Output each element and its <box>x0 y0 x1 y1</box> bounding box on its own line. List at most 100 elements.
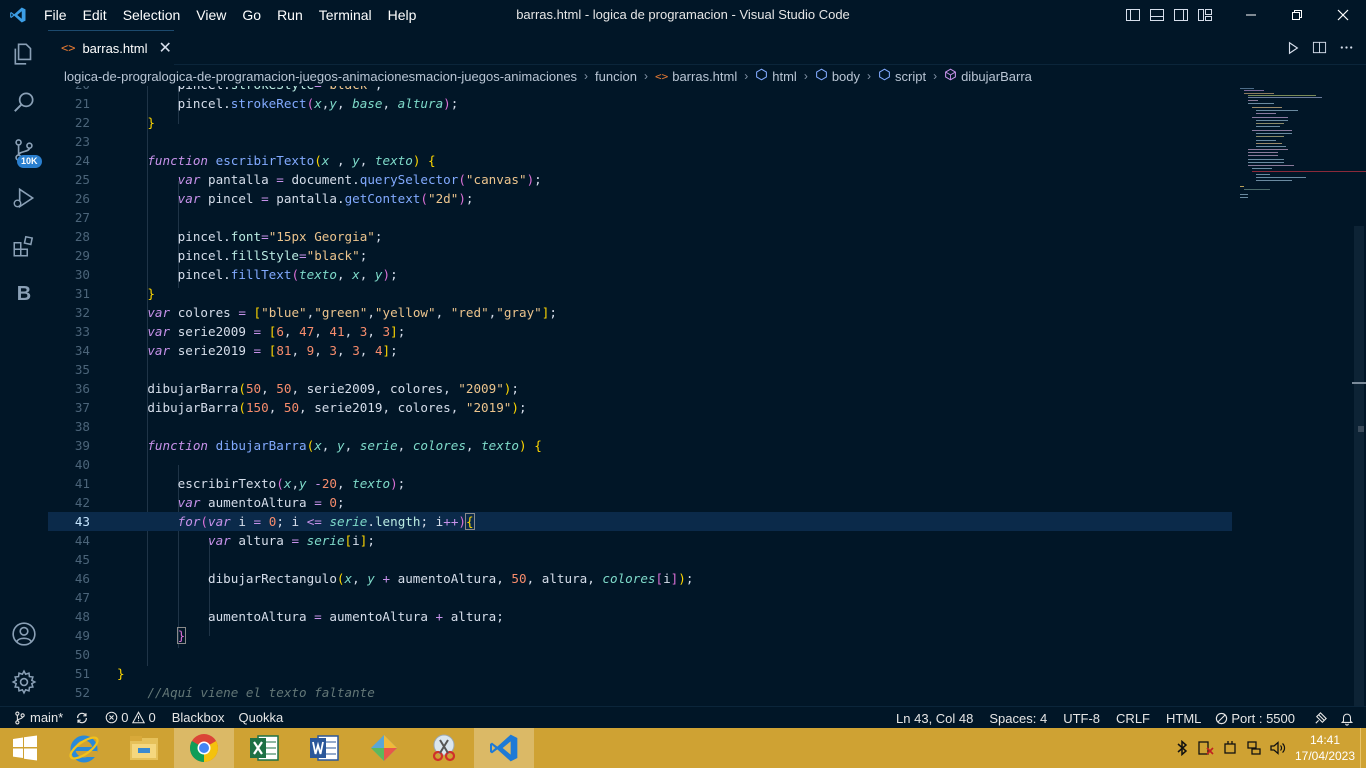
element-icon <box>878 68 891 84</box>
code-line: 29 pincel.fillStyle="black"; <box>74 248 368 263</box>
toggle-panel-icon[interactable] <box>1146 0 1168 30</box>
run-debug-icon[interactable] <box>0 174 48 222</box>
code-line: 24 function escribirTexto(x , y, texto) … <box>74 153 436 168</box>
code-line: 22 } <box>74 115 155 130</box>
code-editor[interactable]: 20 pincel.strokeStyle="black"; 21 pincel… <box>48 86 1366 706</box>
language-mode[interactable]: HTML <box>1160 707 1207 729</box>
element-icon <box>755 68 768 84</box>
search-icon[interactable] <box>0 78 48 126</box>
explorer-icon[interactable] <box>0 30 48 78</box>
html-file-icon: <> <box>654 69 669 83</box>
breadcrumb: logica-de-progralogica-de-programacion-j… <box>64 66 1032 86</box>
menu-help[interactable]: Help <box>380 0 425 30</box>
show-desktop-button[interactable] <box>1360 728 1366 768</box>
start-icon[interactable] <box>0 728 50 768</box>
status-bar: main* 0 0 Blackbox Quokka Ln 43, Col 48 … <box>0 706 1366 728</box>
code-line: 42 var aumentoAltura = 0; <box>74 495 345 510</box>
menu-terminal[interactable]: Terminal <box>311 0 380 30</box>
breadcrumb-body[interactable]: body <box>832 69 860 84</box>
close-window-icon[interactable] <box>1320 0 1366 30</box>
code-line: 33 var serie2009 = [6, 47, 41, 3, 3]; <box>74 324 406 339</box>
minimap[interactable] <box>1240 86 1366 206</box>
paint-icon[interactable] <box>354 728 414 768</box>
code-line: 52 //Aquí viene el texto faltante <box>74 685 375 700</box>
power-plug-icon[interactable] <box>1218 728 1242 768</box>
menu-file[interactable]: File <box>36 0 75 30</box>
network-icon[interactable] <box>1242 728 1266 768</box>
source-control-icon[interactable]: 10K <box>0 126 48 174</box>
notifications-bell-icon[interactable] <box>1334 707 1366 729</box>
excel-icon[interactable] <box>234 728 294 768</box>
minimize-icon[interactable] <box>1228 0 1274 30</box>
title-bar: File Edit Selection View Go Run Terminal… <box>0 0 1366 30</box>
tab-barras-html[interactable]: <> barras.html ✕ <box>48 30 174 65</box>
internet-explorer-icon[interactable] <box>54 728 114 768</box>
code-line: 39 function dibujarBarra(x, y, serie, co… <box>74 438 542 453</box>
error-count: 0 <box>121 710 129 725</box>
split-editor-icon[interactable] <box>1306 30 1333 65</box>
toggle-secondary-sidebar-icon[interactable] <box>1170 0 1192 30</box>
customize-layout-icon[interactable] <box>1194 0 1216 30</box>
toggle-primary-sidebar-icon[interactable] <box>1122 0 1144 30</box>
cursor-position[interactable]: Ln 43, Col 48 <box>890 707 979 729</box>
blackbox-status[interactable]: Blackbox <box>166 707 231 729</box>
system-clock[interactable]: 14:41 17/04/2023 <box>1290 732 1360 764</box>
end-of-line[interactable]: CRLF <box>1110 707 1156 729</box>
branch-name: main* <box>30 710 64 725</box>
devices-muted-icon[interactable] <box>1194 728 1218 768</box>
vscode-icon[interactable] <box>474 728 534 768</box>
no-entry-icon <box>1216 712 1228 724</box>
breadcrumb-folder-funcion[interactable]: funcion <box>595 69 637 84</box>
breadcrumb-file[interactable]: barras.html <box>672 69 737 84</box>
file-explorer-icon[interactable] <box>114 728 174 768</box>
menu-run[interactable]: Run <box>269 0 311 30</box>
word-icon[interactable] <box>294 728 354 768</box>
live-server-status[interactable]: Port : 5500 <box>1209 707 1301 729</box>
encoding[interactable]: UTF-8 <box>1057 707 1106 729</box>
breadcrumb-script[interactable]: script <box>895 69 926 84</box>
more-actions-icon[interactable] <box>1333 30 1360 65</box>
feedback-icon[interactable] <box>1307 707 1334 729</box>
live-server-port: Port : 5500 <box>1231 710 1295 726</box>
code-line: 25 var pantalla = document.querySelector… <box>74 172 542 187</box>
chrome-icon[interactable] <box>174 728 234 768</box>
system-tray: 14:41 17/04/2023 <box>1170 728 1366 768</box>
branch-status[interactable]: main* <box>0 707 69 729</box>
accounts-icon[interactable] <box>0 610 48 658</box>
code-line: 35 <box>74 362 90 377</box>
breadcrumb-symbol[interactable]: dibujarBarra <box>961 69 1032 84</box>
volume-icon[interactable] <box>1266 728 1290 768</box>
html-file-icon: <> <box>61 41 76 55</box>
code-line: 44 var altura = serie[i]; <box>74 533 375 548</box>
restore-icon[interactable] <box>1274 0 1320 30</box>
menu-selection[interactable]: Selection <box>115 0 189 30</box>
code-line: 28 pincel.font="15px Georgia"; <box>74 229 383 244</box>
extensions-icon[interactable] <box>0 222 48 270</box>
chevron-right-icon: › <box>867 69 872 83</box>
code-line: 38 <box>74 419 90 434</box>
code-line: 36 dibujarBarra(50, 50, serie2009, color… <box>74 381 519 396</box>
tab-close-icon[interactable]: ✕ <box>158 38 171 58</box>
run-play-icon[interactable] <box>1279 30 1306 65</box>
sync-icon[interactable] <box>69 707 95 729</box>
code-line: 47 <box>74 590 90 605</box>
windows-taskbar: 14:41 17/04/2023 <box>0 728 1366 768</box>
quokka-status[interactable]: Quokka <box>232 707 289 729</box>
problems-status[interactable]: 0 0 <box>99 707 161 729</box>
vertical-scrollbar[interactable] <box>1352 86 1366 706</box>
scm-count-badge: 10K <box>17 155 42 168</box>
code-line: 50 <box>74 647 90 662</box>
title-controls <box>1121 0 1366 30</box>
settings-gear-icon[interactable] <box>0 658 48 706</box>
breadcrumb-html[interactable]: html <box>772 69 797 84</box>
code-line: 21 pincel.strokeRect(x,y, base, altura); <box>74 96 459 111</box>
menu-view[interactable]: View <box>188 0 234 30</box>
breadcrumb-folder-root[interactable]: logica-de-progralogica-de-programacion-j… <box>64 69 577 84</box>
snipping-tool-icon[interactable] <box>414 728 474 768</box>
bluetooth-icon[interactable] <box>1170 728 1194 768</box>
menu-edit[interactable]: Edit <box>75 0 115 30</box>
blackbox-icon[interactable]: B <box>0 270 48 318</box>
indentation[interactable]: Spaces: 4 <box>983 707 1053 729</box>
menu-go[interactable]: Go <box>234 0 269 30</box>
code-line: 48 aumentoAltura = aumentoAltura + altur… <box>74 609 504 624</box>
